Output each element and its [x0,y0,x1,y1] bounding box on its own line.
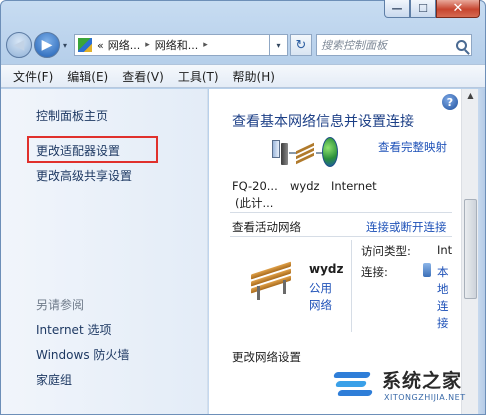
map-node-computer-label: FQ-20... [232,179,278,193]
breadcrumb-separator-icon[interactable]: ▸ [200,40,211,50]
close-button[interactable]: ✕ [436,0,480,18]
menu-edit[interactable]: 编辑(E) [67,68,108,85]
search-box[interactable] [316,34,472,56]
connection-status-icon [423,263,431,277]
internet-globe-icon[interactable] [322,137,338,167]
watermark-subtitle: XITONGZHIJIA.NET [384,393,466,402]
local-connection-link-3[interactable]: 连 [437,298,449,314]
active-networks-label: 查看活动网络 [232,220,301,234]
see-also-heading: 另请参阅 [36,298,85,312]
help-icon[interactable]: ? [442,94,458,110]
minimize-button[interactable]: — [384,0,410,18]
page-title: 查看基本网络信息并设置连接 [232,114,414,130]
menu-file[interactable]: 文件(F) [13,68,53,85]
scroll-thumb[interactable] [464,199,477,299]
breadcrumb-item-network-sharing[interactable]: 网络和... [153,37,201,53]
sidebar-link-control-panel-home[interactable]: 控制面板主页 [36,107,108,124]
network-type-link-line1[interactable]: 公用 [309,280,332,296]
network-type-link-line2[interactable]: 网络 [309,297,332,313]
see-also-homegroup[interactable]: 家庭组 [36,371,72,388]
search-icon[interactable] [456,39,467,51]
see-full-map-link[interactable]: 查看完整映射 [378,139,447,155]
access-type-label: 访问类型: [361,244,411,258]
divider [230,212,452,213]
maximize-button[interactable]: ☐ [410,0,436,18]
caption-buttons: — ☐ ✕ [384,0,480,18]
network-name: wydz [309,262,344,276]
local-connection-link-2[interactable]: 地 [437,281,449,297]
breadcrumb-separator-icon[interactable]: ▸ [142,40,153,50]
breadcrumb-item-network[interactable]: 网络... [106,37,143,53]
access-type-value: Int [437,243,453,257]
watermark-logo-icon [330,366,374,400]
refresh-button[interactable]: ↻ [290,34,312,56]
address-toolbar: ◀ ▶ ▾ « 网络... ▸ 网络和... ▸ ▾ ↻ [6,30,480,60]
connection-label: 连接: [361,265,388,279]
local-connection-link-1[interactable]: 本 [437,264,449,280]
scroll-up-icon[interactable]: ▲ [464,91,477,105]
forward-button[interactable]: ▶ [34,32,60,58]
recent-pages-dropdown[interactable]: ▾ [60,41,70,50]
menu-view[interactable]: 查看(V) [122,68,164,85]
menu-help[interactable]: 帮助(H) [233,68,275,85]
change-settings-label: 更改网络设置 [232,350,301,364]
watermark: 系统之家 XITONGZHIJIA.NET [322,360,486,415]
control-panel-icon [78,38,92,52]
public-network-bench-icon[interactable] [249,261,295,302]
watermark-title: 系统之家 [382,370,463,392]
highlight-box [27,136,158,163]
sidebar-link-advanced-sharing[interactable]: 更改高级共享设置 [36,167,132,184]
menu-tools[interactable]: 工具(T) [178,68,219,85]
map-node-computer-sublabel: (此计... [235,196,274,210]
divider [351,240,352,332]
address-bar[interactable]: « 网络... ▸ 网络和... ▸ [74,34,270,56]
local-connection-link-4[interactable]: 接 [437,315,449,331]
see-also-internet-options[interactable]: Internet 选项 [36,321,111,338]
connect-disconnect-link[interactable]: 连接或断开连接 [366,219,447,235]
back-button[interactable]: ◀ [6,32,32,58]
breadcrumb-overflow[interactable]: « [95,39,106,52]
see-also-windows-firewall[interactable]: Windows 防火墙 [36,346,129,363]
search-input[interactable] [321,38,451,52]
map-node-network-label: wydz [290,179,320,193]
map-node-internet-label: Internet [331,179,377,193]
divider [230,236,452,237]
network-bench-icon[interactable] [296,142,316,165]
menu-bar: 文件(F) 编辑(E) 查看(V) 工具(T) 帮助(H) [1,64,485,88]
computer-icon[interactable] [268,140,290,166]
address-dropdown[interactable]: ▾ [270,34,288,56]
